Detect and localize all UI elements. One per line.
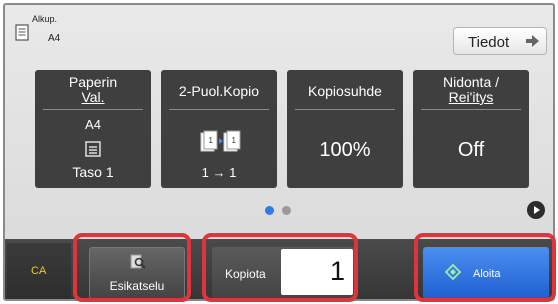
next-page-icon[interactable] — [527, 201, 545, 219]
ca-button[interactable]: CA — [7, 243, 71, 299]
original-document-icon — [15, 24, 29, 41]
svg-text:1: 1 — [232, 136, 237, 145]
page-dot-active[interactable] — [265, 206, 274, 215]
divider — [295, 109, 395, 110]
arrow-right-icon — [526, 35, 539, 47]
details-button-label: Tiedot — [468, 34, 510, 51]
divider — [169, 109, 269, 110]
tile-title: Paperin Val. — [35, 75, 151, 105]
tile-title-line2: Val. — [81, 89, 105, 105]
tile-title-line2: Rei'itys — [448, 89, 494, 105]
tile-title: 2-Puol.Kopio — [178, 83, 260, 99]
top-bar: Alkup. A4 Tiedot — [5, 5, 553, 65]
divider — [421, 109, 521, 110]
page-dot[interactable] — [282, 206, 291, 215]
tile-copy-ratio[interactable]: Kopiosuhde 100% — [287, 70, 403, 188]
tile-title: Kopiosuhde — [308, 83, 382, 99]
duplex-copy-icon: 1 1 — [200, 130, 241, 152]
staple-punch-value: Off — [457, 139, 485, 161]
duplex-value: 1 → 1 — [201, 165, 237, 180]
tile-title: Nidonta / Rei'itys — [413, 75, 529, 105]
original-size: A4 — [48, 33, 61, 44]
tile-title-line1: Paperin — [68, 74, 118, 90]
original-label: Alkup. — [32, 14, 58, 24]
ca-button-label: CA — [31, 265, 47, 277]
paper-tray-icon — [85, 141, 101, 157]
highlight-preview — [73, 233, 191, 302]
paper-tray-value: Taso 1 — [72, 164, 114, 180]
copy-ratio-value: 100% — [319, 139, 371, 161]
divider — [43, 109, 143, 110]
highlight-copies — [202, 233, 358, 302]
tile-paper-select[interactable]: Paperin Val. A4 Taso 1 — [35, 70, 151, 188]
tile-staple-punch[interactable]: Nidonta / Rei'itys Off — [413, 70, 529, 188]
paper-size-value: A4 — [85, 117, 101, 132]
tile-title-line1: Nidonta / — [442, 74, 500, 90]
svg-text:1: 1 — [209, 136, 214, 145]
highlight-start — [414, 233, 556, 302]
details-button[interactable]: Tiedot — [453, 27, 547, 55]
tile-duplex-copy[interactable]: 2-Puol.Kopio 1 1 1 → 1 — [161, 70, 277, 188]
